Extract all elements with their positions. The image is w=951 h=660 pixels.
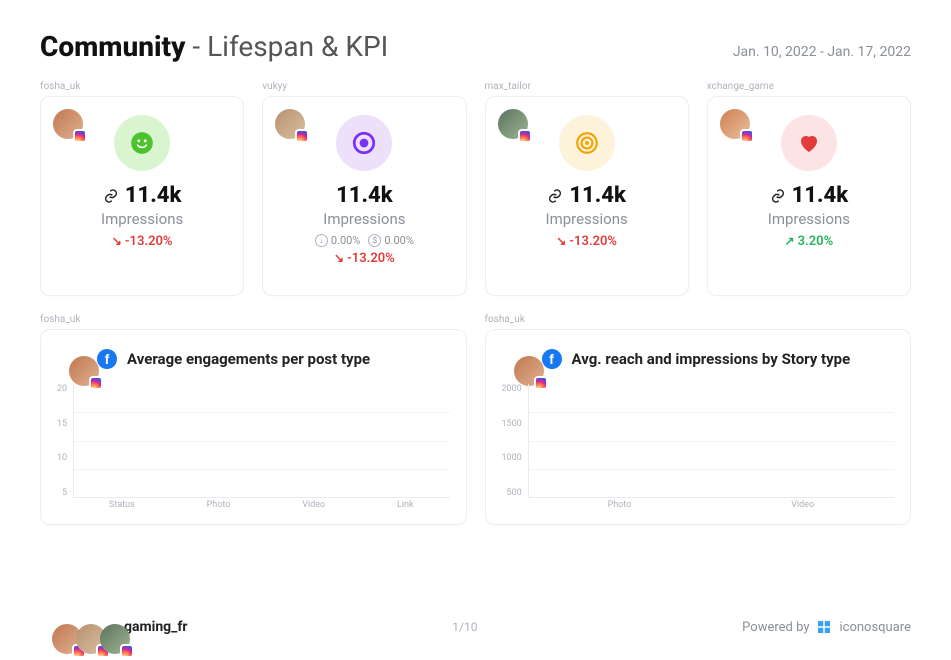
kpi-change: ↗3.20% xyxy=(785,234,834,249)
instagram-badge-icon xyxy=(120,644,134,658)
kpi-metric: Impressions xyxy=(545,210,627,228)
smile-icon xyxy=(114,115,170,171)
kpi-username: fosha_uk xyxy=(40,81,244,92)
kpi-metric: Impressions xyxy=(101,210,183,228)
kpi-col: fosha_uk 11.4k Impressions ↘-13.20% xyxy=(40,81,244,296)
instagram-badge-icon xyxy=(295,129,309,143)
avatar[interactable] xyxy=(720,109,750,139)
chart-header: f Avg. reach and impressions by Story ty… xyxy=(502,344,895,374)
charts-row: fosha_uk f Average engagements per post … xyxy=(40,314,911,525)
page-header: Community - Lifespan & KPI Jan. 10, 2022… xyxy=(40,30,911,63)
chart-plot: Photo Video xyxy=(528,384,894,514)
x-tick: Photo xyxy=(608,500,632,514)
page-footer: gaming_fr 1/10 Powered by iconosquare xyxy=(40,612,911,642)
bullseye-icon xyxy=(559,115,615,171)
link-icon xyxy=(770,188,786,204)
kpi-card[interactable]: 11.4k Impressions ↗3.20% xyxy=(707,96,911,296)
avatar[interactable] xyxy=(53,109,83,139)
arrow-down-icon: ↘ xyxy=(112,234,122,248)
chart-plot: Status Photo Video Link xyxy=(73,384,449,514)
community-name: gaming_fr xyxy=(124,619,188,635)
date-range: Jan. 10, 2022 - Jan. 17, 2022 xyxy=(733,44,911,60)
y-axis: 2000 1500 1000 500 xyxy=(502,384,528,514)
avatar[interactable] xyxy=(69,356,99,386)
chart-card-engagements[interactable]: f Average engagements per post type 20 1… xyxy=(40,329,467,525)
title-sep: - xyxy=(185,30,207,63)
chart-username: fosha_uk xyxy=(485,314,912,325)
link-icon xyxy=(547,188,563,204)
chart-body: 20 15 10 5 Status Photo Video Link xyxy=(57,384,450,514)
target-eye-icon xyxy=(336,115,392,171)
avatar[interactable] xyxy=(498,109,528,139)
metric-value-row: 11.4k xyxy=(103,183,181,208)
instagram-badge-icon xyxy=(740,129,754,143)
y-axis: 20 15 10 5 xyxy=(57,384,73,514)
instagram-badge-icon xyxy=(73,129,87,143)
title-bold: Community xyxy=(40,30,185,63)
chart-body: 2000 1500 1000 500 Photo Video xyxy=(502,384,895,514)
x-tick: Photo xyxy=(207,500,231,514)
kpi-change: ↘-13.20% xyxy=(334,251,395,266)
facebook-icon: f xyxy=(542,349,562,369)
kpi-username: vukyy xyxy=(262,81,466,92)
instagram-badge-icon xyxy=(518,129,532,143)
kpi-col: max_tailor 11.4k Impressions ↘-13.20% xyxy=(485,81,689,296)
arrow-down-icon: ↘ xyxy=(334,251,344,265)
kpi-row: fosha_uk 11.4k Impressions ↘-13.20% vuky… xyxy=(40,81,911,296)
x-tick: Status xyxy=(109,500,135,514)
chart-title: Avg. reach and impressions by Story type xyxy=(572,350,851,368)
x-tick: Video xyxy=(791,500,814,514)
kpi-username: xchange_game xyxy=(707,81,911,92)
powered-by[interactable]: Powered by iconosquare xyxy=(742,618,911,636)
kpi-metric: Impressions xyxy=(768,210,850,228)
avatar[interactable] xyxy=(514,356,544,386)
kpi-value: 11.4k xyxy=(792,183,848,208)
chart-title: Average engagements per post type xyxy=(127,350,370,368)
kpi-value: 11.4k xyxy=(336,183,392,208)
kpi-card[interactable]: 11.4k Impressions ↘-13.20% xyxy=(40,96,244,296)
x-tick: Video xyxy=(302,500,325,514)
circle-dollar-icon: $ xyxy=(368,234,381,247)
page-title: Community - Lifespan & KPI xyxy=(40,30,388,63)
kpi-card[interactable]: 11.4k Impressions ↘-13.20% xyxy=(485,96,689,296)
heart-icon xyxy=(781,115,837,171)
chart-col: fosha_uk f Average engagements per post … xyxy=(40,314,467,525)
x-tick: Link xyxy=(397,500,414,514)
circle-down-icon: ↓ xyxy=(315,234,328,247)
page-number: 1/10 xyxy=(452,620,477,634)
kpi-metric: Impressions xyxy=(323,210,405,228)
arrow-up-icon: ↗ xyxy=(785,234,795,248)
community-avatars[interactable] xyxy=(40,612,112,642)
title-rest: Lifespan & KPI xyxy=(207,30,388,63)
kpi-value: 11.4k xyxy=(125,183,181,208)
arrow-down-icon: ↘ xyxy=(556,234,566,248)
metric-value-row: 11.4k xyxy=(336,183,392,208)
chart-col: fosha_uk f Avg. reach and impressions by… xyxy=(485,314,912,525)
kpi-col: vukyy 11.4k Impressions ↓0.00% $0.00% ↘-… xyxy=(262,81,466,296)
kpi-change: ↘-13.20% xyxy=(556,234,617,249)
kpi-col: xchange_game 11.4k Impressions ↗3.20% xyxy=(707,81,911,296)
facebook-icon: f xyxy=(97,349,117,369)
metric-value-row: 11.4k xyxy=(547,183,625,208)
kpi-card[interactable]: 11.4k Impressions ↓0.00% $0.00% ↘-13.20% xyxy=(262,96,466,296)
chart-header: f Average engagements per post type xyxy=(57,344,450,374)
kpi-value: 11.4k xyxy=(569,183,625,208)
chart-username: fosha_uk xyxy=(40,314,467,325)
metric-value-row: 11.4k xyxy=(770,183,848,208)
kpi-username: max_tailor xyxy=(485,81,689,92)
avatar[interactable] xyxy=(275,109,305,139)
link-icon xyxy=(103,188,119,204)
kpi-extra: ↓0.00% $0.00% xyxy=(315,234,414,247)
iconosquare-logo-icon xyxy=(815,618,833,636)
chart-card-reach-impressions[interactable]: f Avg. reach and impressions by Story ty… xyxy=(485,329,912,525)
kpi-change: ↘-13.20% xyxy=(112,234,173,249)
